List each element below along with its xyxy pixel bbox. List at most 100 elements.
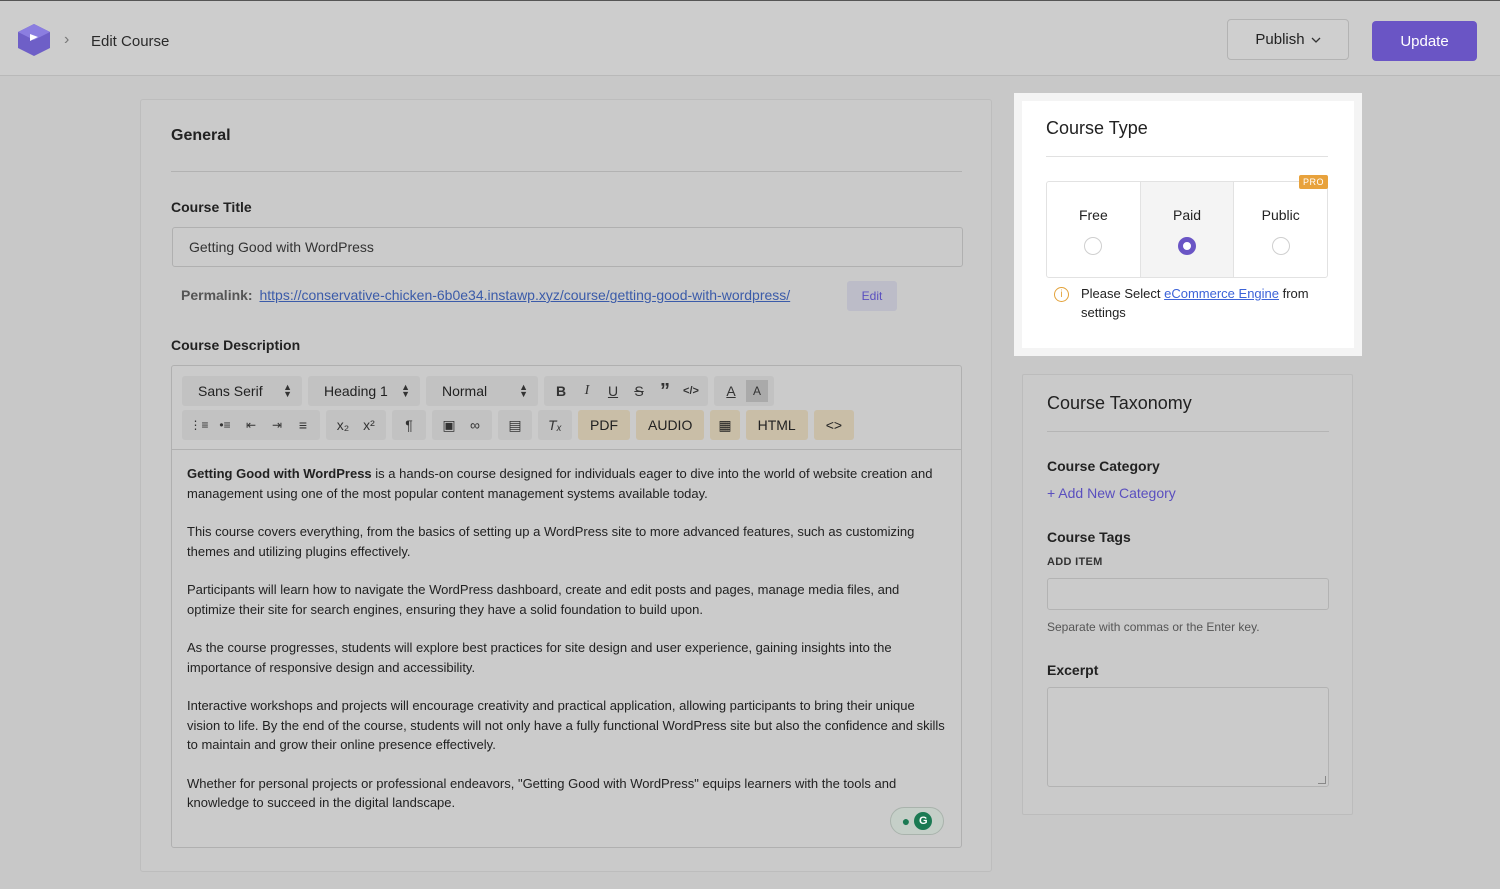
publish-label: Publish [1255,31,1305,48]
lightbulb-icon[interactable]: ● [902,813,910,829]
size-select[interactable]: Normal ▲ ▼ [426,376,538,406]
course-type-public[interactable]: PRO Public [1234,175,1329,277]
course-type-options: Free Paid PRO Public [1046,175,1329,278]
divider [171,171,962,172]
course-taxonomy-heading: Course Taxonomy [1047,393,1192,413]
bold-icon[interactable]: B [550,380,572,402]
editor-content[interactable]: Getting Good with WordPress is a hands-o… [187,464,947,832]
indent-icon[interactable]: ⇥ [266,414,288,436]
excerpt-textarea[interactable] [1047,687,1329,787]
paragraph: Whether for personal projects or profess… [187,775,897,811]
image-icon[interactable]: ▣ [438,414,460,436]
link-icon[interactable]: ∞ [464,414,486,436]
code-block-icon[interactable]: </> [680,380,702,402]
underline-icon[interactable]: U [602,380,624,402]
background-color-icon[interactable]: A [746,380,768,402]
table-group: ▤ [498,410,532,440]
media-group: ▣ ∞ [432,410,492,440]
divider [1047,431,1329,432]
text-color-icon[interactable]: A [720,380,742,402]
permalink-link[interactable]: https://conservative-chicken-6b0e34.inst… [259,287,790,303]
text-direction-icon[interactable]: ¶ [398,414,420,436]
ecommerce-engine-link[interactable]: eCommerce Engine [1164,286,1279,301]
code-view-button[interactable]: <> [813,410,855,440]
course-title-input[interactable]: Getting Good with WordPress [172,227,963,267]
course-type-heading: Course Type [1046,118,1148,138]
heading-select[interactable]: Heading 1 ▲ ▼ [308,376,420,406]
size-value: Normal [442,383,488,399]
strikethrough-icon[interactable]: S [628,380,650,402]
clear-group: Tₓ [538,410,572,440]
superscript-icon[interactable]: x² [358,414,380,436]
permalink-label: Permalink: [181,287,253,303]
chevron-right-icon: › [64,31,70,48]
editor-toolbar: Sans Serif ▲ ▼ Heading 1 ▲ ▼ Normal ▲ ▼ B I… [172,366,961,450]
divider [1046,156,1328,157]
pro-badge: PRO [1299,175,1329,189]
paragraph: Getting Good with WordPress is a hands-o… [187,464,947,503]
free-radio[interactable] [1084,237,1103,255]
outdent-icon[interactable]: ⇤ [240,414,262,436]
logo-icon[interactable] [16,22,52,58]
course-type-card: Course Type Free Paid PRO Public i Pleas… [1014,93,1362,356]
video-icon[interactable]: ▦ [710,410,740,440]
grammarly-icon[interactable]: G [914,812,933,830]
select-arrows-icon: ▲ ▼ [519,382,528,399]
paragraph: This course covers everything, from the … [187,524,915,559]
resize-handle[interactable] [1318,776,1326,784]
heading-value: Heading 1 [324,383,388,399]
select-arrows-icon: ▲ ▼ [283,382,292,399]
tags-help-text: Separate with commas or the Enter key. [1047,620,1260,634]
format-group: B I U S ” </> [544,376,708,406]
align-left-icon[interactable]: ≡ [292,414,314,436]
color-group: A A [714,376,774,406]
course-title-label: Course Title [171,199,252,215]
chevron-down-icon [1311,37,1321,43]
tags-input[interactable] [1047,578,1329,610]
audio-button[interactable]: AUDIO [636,410,705,440]
general-heading: General [171,127,231,144]
italic-icon[interactable]: I [576,380,598,402]
option-label: Public [1261,207,1300,223]
blockquote-icon[interactable]: ” [654,380,676,402]
notice-prefix: Please Select [1081,286,1165,301]
subscript-icon[interactable]: x₂ [332,414,354,436]
paragraph: Interactive workshops and projects will … [187,698,945,752]
course-taxonomy-card: Course Taxonomy Course Category + Add Ne… [1022,374,1353,815]
bullet-list-icon[interactable]: •≡ [214,414,236,436]
course-type-free[interactable]: Free [1047,182,1141,277]
paragraph: As the course progresses, students will … [187,640,892,675]
paid-radio[interactable] [1178,237,1196,255]
course-description-label: Course Description [171,337,301,353]
select-arrows-icon: ▲ ▼ [401,382,410,399]
font-family-value: Sans Serif [198,383,263,399]
paragraph: Participants will learn how to navigate … [187,582,900,617]
publish-dropdown-button[interactable]: Publish [1227,19,1349,60]
ecommerce-notice: i Please Select eCommerce Engine from se… [1054,284,1324,322]
update-button[interactable]: Update [1372,21,1477,61]
permalink: Permalink: https://conservative-chicken-… [181,287,790,303]
clear-format-icon[interactable]: Tₓ [544,414,566,436]
html-button[interactable]: HTML [745,410,808,440]
grammarly-widget[interactable]: ● G [890,807,944,835]
page-title: Edit Course [91,33,170,50]
top-bar: › Edit Course Publish Update [0,0,1500,76]
script-group: x₂ x² [326,410,386,440]
course-type-paid[interactable]: Paid [1140,182,1235,277]
table-icon[interactable]: ▤ [504,414,526,436]
font-family-select[interactable]: Sans Serif ▲ ▼ [182,376,302,406]
pdf-button[interactable]: PDF [578,410,630,440]
paragraph-bold: Getting Good with WordPress [187,466,372,481]
add-category-link[interactable]: + Add New Category [1047,485,1176,501]
general-card: General Course Title Getting Good with W… [140,99,992,872]
course-category-label: Course Category [1047,458,1160,474]
option-label: Free [1078,207,1108,223]
excerpt-label: Excerpt [1047,662,1099,678]
ordered-list-icon[interactable]: ⋮≡ [188,414,210,436]
direction-group: ¶ [392,410,426,440]
info-icon: i [1054,287,1069,302]
public-radio[interactable] [1271,237,1290,255]
permalink-edit-button[interactable]: Edit [847,281,897,311]
add-item-label: ADD ITEM [1047,556,1103,568]
course-tags-label: Course Tags [1047,529,1131,545]
